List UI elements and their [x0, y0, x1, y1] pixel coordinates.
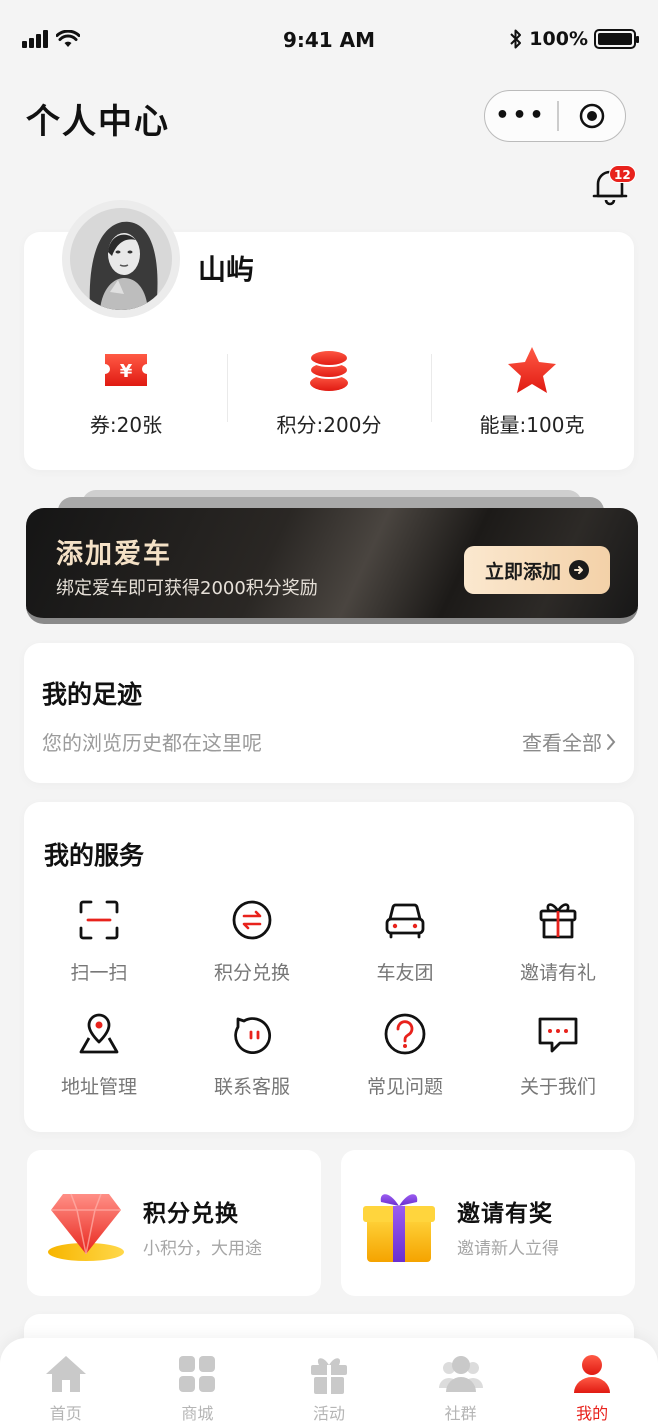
add-car-button-label: 立即添加 [484, 560, 561, 583]
service-about-us[interactable]: 关于我们 [483, 1010, 633, 1099]
view-all-link[interactable]: 查看全部 [522, 727, 616, 756]
tab-mall[interactable]: 商城 [132, 1338, 264, 1425]
promo-subtitle: 邀请新人立得 [457, 1239, 559, 1259]
service-label: 邀请有礼 [519, 962, 596, 984]
notification-badge: 12 [609, 165, 636, 183]
stat-points-label: 积分:200分 [276, 413, 382, 437]
tab-label: 商城 [181, 1404, 214, 1423]
service-address[interactable]: 地址管理 [24, 1010, 174, 1099]
service-car-club[interactable]: 车友团 [330, 896, 480, 985]
tab-home[interactable]: 首页 [0, 1338, 132, 1425]
mini-program-capsule: ••• [484, 90, 626, 142]
status-time: 9:41 AM [282, 28, 376, 52]
chat-bubble-icon [234, 1017, 271, 1054]
tab-activity[interactable]: 活动 [263, 1338, 395, 1425]
stat-coupons-label: 券:20张 [89, 413, 163, 437]
banner-subtitle: 绑定爱车即可获得2000积分奖励 [56, 578, 318, 599]
svg-text:¥: ¥ [120, 361, 133, 382]
stat-energy[interactable]: 能量:100克 [432, 345, 632, 438]
users-icon [438, 1356, 483, 1392]
home-icon [45, 1356, 86, 1392]
tab-label: 首页 [49, 1404, 82, 1423]
user-icon [574, 1355, 611, 1393]
gift-box-icon [363, 1194, 435, 1262]
banner-title: 添加爱车 [56, 539, 172, 570]
promo-title: 积分兑换 [143, 1201, 239, 1227]
tab-community[interactable]: 社群 [395, 1338, 527, 1425]
view-all-label: 查看全部 [522, 731, 602, 755]
footprint-card[interactable]: 我的足迹 您的浏览历史都在这里呢 查看全部 [24, 643, 634, 783]
promo-subtitle: 小积分，大用途 [143, 1239, 262, 1259]
gift-icon [310, 1358, 347, 1394]
service-label: 车友团 [376, 962, 434, 984]
stat-divider [227, 354, 228, 422]
service-label: 积分兑换 [213, 962, 290, 984]
location-icon [79, 1013, 119, 1054]
username: 山屿 [198, 253, 255, 286]
battery-icon [594, 29, 639, 49]
more-button[interactable]: ••• [485, 90, 557, 142]
car-icon [385, 903, 425, 939]
tab-label: 活动 [312, 1404, 345, 1423]
ruby-icon [48, 1193, 124, 1261]
services-card: 我的服务 扫一扫 积分兑换 车友团 邀请有礼 地址管理 联系客服 常见问题 关于… [24, 802, 634, 1132]
question-icon [384, 1013, 426, 1055]
gift-icon [539, 903, 577, 939]
coupon-icon: ¥ [105, 354, 147, 386]
services-title: 我的服务 [44, 841, 145, 870]
service-customer-service[interactable]: 联系客服 [177, 1010, 327, 1099]
add-car-button[interactable]: 立即添加 [464, 546, 610, 594]
service-label: 地址管理 [60, 1076, 137, 1098]
status-bar: 9:41 AM 100% [0, 0, 658, 78]
footprint-subtitle: 您的浏览历史都在这里呢 [42, 731, 262, 755]
service-scan[interactable]: 扫一扫 [24, 896, 174, 985]
scan-icon [79, 900, 119, 940]
service-label: 常见问题 [366, 1076, 443, 1098]
stat-points[interactable]: 积分:200分 [229, 345, 429, 438]
avatar[interactable] [62, 200, 180, 318]
grid-icon [179, 1356, 216, 1392]
footprint-title: 我的足迹 [42, 680, 143, 709]
service-faq[interactable]: 常见问题 [330, 1010, 480, 1099]
coins-icon [309, 349, 349, 391]
close-button[interactable] [559, 102, 626, 130]
service-label: 联系客服 [213, 1076, 290, 1098]
tab-label: 我的 [576, 1404, 609, 1423]
target-icon [579, 103, 604, 129]
message-icon [538, 1017, 578, 1053]
service-label: 关于我们 [519, 1076, 596, 1098]
avatar-image [70, 208, 172, 310]
exchange-icon [232, 900, 272, 940]
arrow-right-icon [569, 560, 589, 580]
page-title: 个人中心 [26, 102, 170, 142]
service-points-exchange[interactable]: 积分兑换 [177, 896, 327, 985]
add-car-banner[interactable]: 添加爱车 绑定爱车即可获得2000积分奖励 立即添加 [26, 508, 638, 624]
promo-points-exchange[interactable]: 积分兑换 小积分，大用途 [27, 1150, 321, 1296]
service-invite-gift[interactable]: 邀请有礼 [483, 896, 633, 985]
stat-energy-label: 能量:100克 [479, 413, 585, 437]
promo-invite-reward[interactable]: 邀请有奖 邀请新人立得 [341, 1150, 635, 1296]
tab-label: 社群 [444, 1404, 477, 1423]
tab-mine[interactable]: 我的 [526, 1338, 658, 1425]
stat-coupons[interactable]: ¥ 券:20张 [26, 345, 226, 438]
service-label: 扫一扫 [70, 962, 128, 984]
chevron-right-icon [607, 733, 616, 750]
promo-title: 邀请有奖 [457, 1201, 553, 1227]
star-icon [508, 347, 556, 393]
tab-bar: 首页 商城 活动 社群 我的 [0, 1338, 658, 1425]
